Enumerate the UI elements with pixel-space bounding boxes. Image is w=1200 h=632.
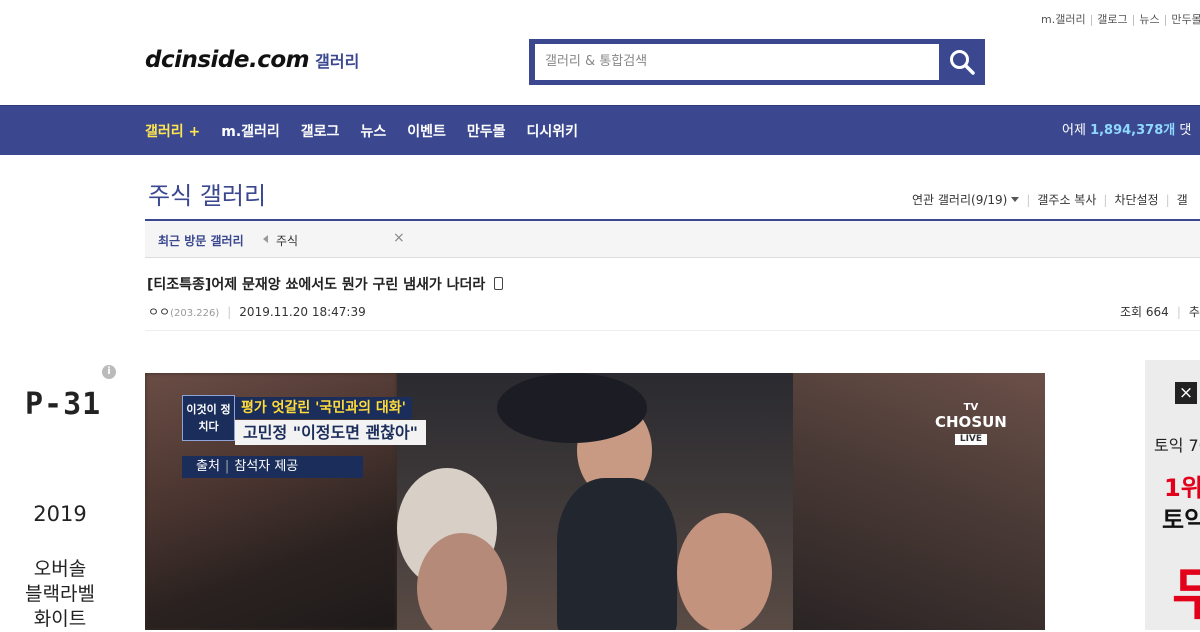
person-silhouette [677,513,772,630]
credit-source: 참석자 제공 [234,459,299,474]
ad-year: 2019 [33,502,87,526]
info-icon[interactable]: i [102,365,116,379]
broadcaster-logo: TV CHOSUN LIVE [935,401,1007,445]
separator: | [1131,13,1136,26]
caption-credit: 출처 | 참석자 제공 [182,456,363,478]
block-settings-button[interactable]: 차단설정 [1114,193,1158,207]
post-recommend: 추 [1188,305,1200,319]
gallery-title[interactable]: 주식 갤러리 [148,176,266,211]
separator: | [1165,193,1170,207]
live-badge: LIVE [954,434,988,445]
post-views: 조회 664 [1120,305,1169,319]
post-author[interactable]: ㅇㅇ [148,305,170,319]
daily-stat: 어제 1,894,378개 댓 [1062,106,1191,156]
separator: | [1163,13,1168,26]
nav-gallery[interactable]: 갤러리 + [145,121,200,141]
credit-label: 출처 [196,459,220,474]
program-badge: 이것이 정치다 [182,395,235,441]
search-input[interactable]: 갤러리 & 통합검색 [535,44,939,80]
left-ad-banner[interactable]: i P-31 2019 오버솔 블랙라벨 화이트 [0,360,130,630]
related-gallery-label: 연관 갤러리(9/19) [912,193,1008,207]
separator: | [1089,13,1094,26]
nav-gallog[interactable]: 갤로그 [301,121,340,141]
image-center [397,373,793,630]
right-ad-banner[interactable]: × 토익 70 1위 토익 두 [1145,360,1200,630]
separator: | [1176,305,1181,319]
related-gallery-dropdown[interactable]: 연관 갤러리(9/19) [912,193,1020,207]
post-ip: (203.226) [170,308,220,319]
top-links: m.갤러리 | 갤로그 | 뉴스 | 만두몰 [1041,11,1200,27]
nav-m-gallery[interactable]: m.갤러리 [221,121,280,141]
nav-event[interactable]: 이벤트 [407,121,446,141]
stat-label: 어제 [1062,123,1086,138]
logo-brand[interactable]: dcinside.com [145,47,310,73]
image-right-blur [793,373,1045,630]
divider [145,330,1200,331]
top-link-gallog[interactable]: 갤로그 [1097,13,1127,26]
stat-suffix: 댓 [1179,123,1192,138]
ad-text-1: 토익 70 [1154,436,1200,455]
ad-line-3: 화이트 [33,608,87,630]
site-logo[interactable]: dcinside.com 갤러리 [145,47,359,73]
nav-mall[interactable]: 만두몰 [467,121,506,141]
recent-visits-label: 최근 방문 갤러리 [158,234,244,248]
arrow-left-icon[interactable] [263,235,268,243]
mobile-icon [494,277,504,290]
recent-visit-item[interactable]: 주식 [276,232,298,249]
search-bar: 갤러리 & 통합검색 [529,39,985,85]
ad-model: P-31 [25,387,102,422]
top-link-m-gallery[interactable]: m.갤러리 [1041,13,1086,26]
main-nav: 갤러리 + m.갤러리 갤로그 뉴스 이벤트 만두몰 디시위키 어제 1,894… [0,105,1200,155]
top-link-mall[interactable]: 만두몰 [1171,13,1200,26]
recent-visits-bar: 최근 방문 갤러리 주식 × [145,219,1200,258]
search-button[interactable] [939,39,985,85]
logo-chosun: CHOSUN [935,413,1007,431]
gallery-menu: 연관 갤러리(9/19) | 갤주소 복사 | 차단설정 | 갤 [912,191,1188,208]
ad-text-2: 1위 [1164,474,1200,502]
caption-line-1: 평가 엇갈린 '국민과의 대화' [235,397,412,419]
logo-sub[interactable]: 갤러리 [315,52,359,71]
post-title-text: [티조특종]어제 문재앙 쑈에서도 뭔가 구린 냄새가 나더라 [147,277,486,293]
ad-lines: 오버솔 블랙라벨 화이트 [0,557,120,632]
close-icon[interactable]: × [1175,382,1197,404]
person-silhouette [497,373,647,443]
separator: | [227,305,232,319]
ad-line-1: 오버솔 [33,558,87,580]
top-link-news[interactable]: 뉴스 [1139,13,1159,26]
stat-value: 1,894,378개 [1090,123,1176,138]
separator: | [1026,193,1031,207]
post-stats: 조회 664 | 추 [1120,303,1200,320]
nav-wiki[interactable]: 디시위키 [526,121,578,141]
nav-news[interactable]: 뉴스 [360,121,386,141]
caption-line-2: 고민정 "이정도면 괜찮아" [235,420,427,445]
gallery-more-button[interactable]: 갤 [1177,193,1188,207]
post-title: [티조특종]어제 문재앙 쑈에서도 뭔가 구린 냄새가 나더라 [147,274,504,294]
search-icon [950,50,975,75]
copy-address-button[interactable]: 갤주소 복사 [1037,193,1096,207]
ad-text-4: 두 [1172,563,1200,628]
close-icon[interactable]: × [393,230,405,246]
post-date: 2019.11.20 18:47:39 [239,305,366,319]
separator: | [1103,193,1108,207]
caret-down-icon [1011,197,1020,202]
ad-line-2: 블랙라벨 [25,583,95,605]
post-info: ㅇㅇ(203.226) | 2019.11.20 18:47:39 [148,303,366,320]
post-image[interactable]: 이것이 정치다 평가 엇갈린 '국민과의 대화' 고민정 "이정도면 괜찮아" … [145,373,1045,630]
separator: | [224,459,230,474]
ad-text-3: 토익 [1162,506,1200,534]
person-silhouette [557,478,677,630]
